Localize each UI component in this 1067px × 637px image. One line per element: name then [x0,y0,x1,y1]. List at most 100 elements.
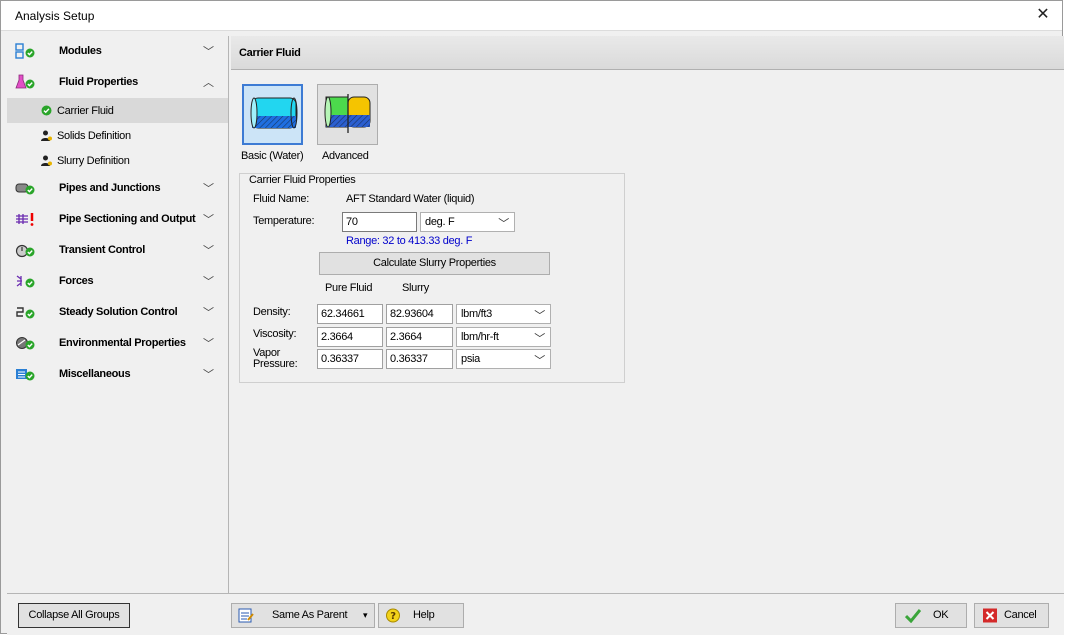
sidebar-group-forces[interactable]: Forces ﹀ [7,266,228,297]
chevron-down-icon[interactable]: ﹀ [203,242,214,258]
close-icon[interactable]: ✕ [1032,5,1054,25]
vapor-pressure-pure-field[interactable]: 0.36337 [317,349,383,369]
temperature-label: Temperature: [253,215,315,227]
fluid-name-label: Fluid Name: [253,193,309,205]
help-icon: ? [386,608,400,623]
page-title: Carrier Fluid [239,47,301,59]
viscosity-unit-value: lbm/hr-ft [461,331,499,343]
cancel-label: Cancel [1004,609,1037,621]
vapor-pressure-unit-select[interactable]: psia ﹀ [456,349,551,369]
ok-button[interactable]: OK [895,603,967,628]
same-as-parent-label: Same As Parent [272,609,348,621]
forces-icon [16,275,35,288]
temperature-range-text: Range: 32 to 413.33 deg. F [346,235,473,247]
chevron-down-icon[interactable]: ﹀ [203,366,214,382]
vapor-pressure-unit-value: psia [461,353,480,365]
advanced-label: Advanced [322,150,369,162]
notepad-icon [238,608,254,623]
chevron-up-icon[interactable]: ︿ [203,74,214,90]
sidebar-group-miscellaneous[interactable]: Miscellaneous ﹀ [7,359,228,390]
density-pure-field[interactable]: 62.34661 [317,304,383,324]
chevron-down-icon[interactable]: ﹀ [203,180,214,196]
sidebar-item-label: Solids Definition [57,130,131,142]
pipe-icon [15,183,35,195]
collapse-all-groups-button[interactable]: Collapse All Groups [18,603,130,628]
sidebar-group-label: Fluid Properties [59,76,138,88]
sidebar-group-environmental-properties[interactable]: Environmental Properties ﹀ [7,328,228,359]
sidebar-item-solids-definition[interactable]: Solids Definition [7,123,228,148]
misc-icon [16,369,35,381]
advanced-button[interactable] [317,84,378,145]
sidebar-group-label: Environmental Properties [59,337,186,349]
temperature-input[interactable]: 70 [342,212,417,232]
checkmark-icon [905,609,921,623]
chevron-down-icon[interactable]: ﹀ [203,43,214,59]
sidebar-group-label: Modules [59,45,102,57]
chevron-down-icon[interactable]: ﹀ [203,304,214,320]
sidebar: Modules ﹀ Fluid Properties ︿ Carrier Flu… [7,36,229,593]
person-icon [41,155,52,166]
fluid-name-value: AFT Standard Water (liquid) [346,193,475,205]
sidebar-group-pipe-sectioning[interactable]: Pipe Sectioning and Output ﹀ [7,204,228,235]
chevron-down-icon[interactable]: ﹀ [203,335,214,351]
density-label: Density: [253,306,291,318]
viscosity-slurry-field[interactable]: 2.3664 [386,327,453,347]
density-unit-select[interactable]: lbm/ft3 ﹀ [456,304,551,324]
sidebar-group-pipes-and-junctions[interactable]: Pipes and Junctions ﹀ [7,173,228,204]
environment-icon [16,337,35,350]
temperature-unit-value: deg. F [425,216,455,228]
same-as-parent-button[interactable]: Same As Parent ▾ [231,603,375,628]
green-check-icon [41,105,52,116]
vapor-pressure-label: Vapor Pressure: [253,347,298,370]
sidebar-group-label: Pipes and Junctions [59,182,161,194]
slurry-column-header: Slurry [402,282,429,294]
sidebar-item-slurry-definition[interactable]: Slurry Definition [7,148,228,173]
viscosity-unit-select[interactable]: lbm/hr-ft ﹀ [456,327,551,347]
group-legend: Carrier Fluid Properties [247,174,358,186]
analysis-setup-window: Analysis Setup ✕ Modules ﹀ Fluid Propert… [0,0,1064,635]
advanced-pipe-icon [324,94,371,133]
help-button[interactable]: ? Help [378,603,464,628]
chevron-down-icon: ﹀ [498,218,509,230]
pure-fluid-column-header: Pure Fluid [325,282,373,294]
sidebar-group-label: Steady Solution Control [59,306,178,318]
sidebar-group-label: Forces [59,275,94,287]
sidebar-item-label: Carrier Fluid [57,105,114,117]
sidebar-item-carrier-fluid[interactable]: Carrier Fluid [7,98,228,123]
sectioning-icon [16,213,34,226]
chevron-down-icon: ﹀ [534,310,545,322]
calculate-slurry-properties-button[interactable]: Calculate Slurry Properties [319,252,550,275]
panel-header: Carrier Fluid [231,36,1064,70]
sidebar-item-label: Slurry Definition [57,155,130,167]
sidebar-group-label: Pipe Sectioning and Output [59,213,196,225]
svg-text:?: ? [390,611,396,622]
basic-pipe-icon [250,97,298,129]
viscosity-label: Viscosity: [253,328,297,340]
vapor-pressure-slurry-field[interactable]: 0.36337 [386,349,453,369]
chevron-down-icon[interactable]: ﹀ [203,211,214,227]
basic-water-button[interactable] [242,84,303,145]
sidebar-group-modules[interactable]: Modules ﹀ [7,36,228,67]
cancel-button[interactable]: Cancel [974,603,1049,628]
main-panel: Carrier Fluid Basic (Water) Advanced Car… [231,36,1064,593]
sidebar-group-label: Transient Control [59,244,145,256]
density-unit-value: lbm/ft3 [461,308,492,320]
flask-icon [15,74,35,89]
bottom-bar: Collapse All Groups Same As Parent ▾ ? H… [7,593,1064,635]
temperature-unit-select[interactable]: deg. F ﹀ [420,212,515,232]
viscosity-pure-field[interactable]: 2.3664 [317,327,383,347]
window-title: Analysis Setup [15,9,95,23]
sidebar-group-transient-control[interactable]: Transient Control ﹀ [7,235,228,266]
help-label: Help [413,609,435,621]
chevron-down-icon: ﹀ [534,333,545,345]
cancel-x-icon [983,608,997,623]
sidebar-group-label: Miscellaneous [59,368,131,380]
basic-water-label: Basic (Water) [241,150,304,162]
chevron-down-icon[interactable]: ﹀ [203,273,214,289]
sidebar-group-fluid-properties[interactable]: Fluid Properties ︿ [7,67,228,98]
chevron-down-icon: ﹀ [534,355,545,367]
sidebar-group-steady-solution-control[interactable]: Steady Solution Control ﹀ [7,297,228,328]
title-bar: Analysis Setup ✕ [1,1,1062,31]
density-slurry-field[interactable]: 82.93604 [386,304,453,324]
modules-icon [15,43,35,59]
